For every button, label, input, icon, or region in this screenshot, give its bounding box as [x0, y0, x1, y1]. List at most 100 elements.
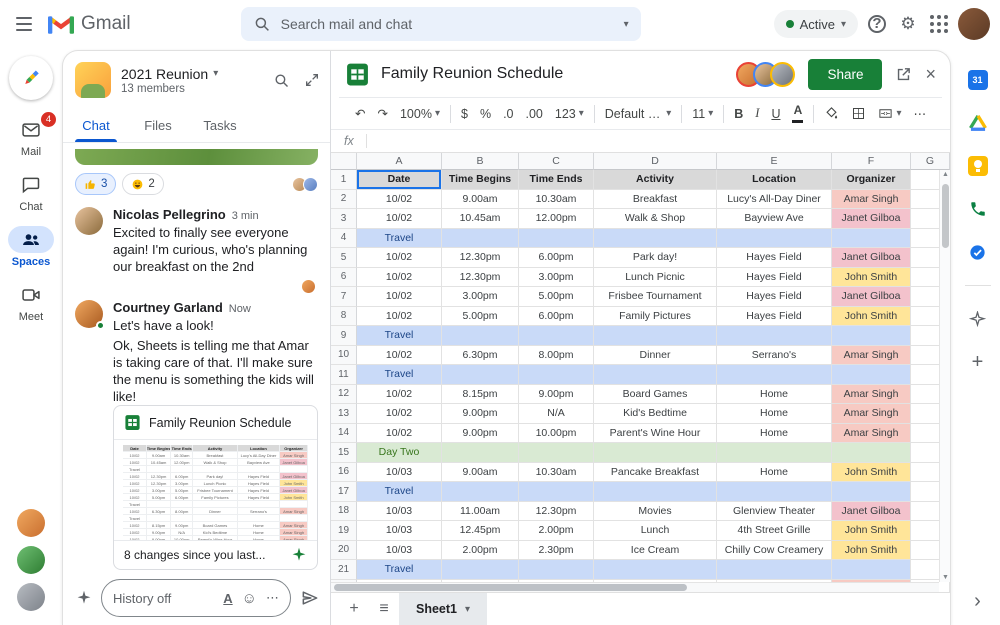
sheet-cell[interactable]	[519, 560, 594, 580]
message-input[interactable]: History off A ☺ ⋯	[101, 579, 291, 617]
sheet-cell[interactable]	[442, 443, 519, 463]
sheet-cell[interactable]	[717, 365, 832, 385]
sheet-cell[interactable]: 6.00pm	[519, 306, 594, 326]
sheet-cell[interactable]: N/A	[519, 404, 594, 424]
redo-icon[interactable]: ↷	[371, 104, 393, 123]
chat-search-icon[interactable]	[273, 72, 290, 89]
help-icon[interactable]: ?	[868, 15, 886, 33]
sheet-cell[interactable]: Travel	[357, 365, 442, 385]
sheet-cell[interactable]: Janet Gilboa	[832, 209, 911, 229]
compose-button[interactable]	[9, 56, 53, 100]
italic-button[interactable]: I	[749, 104, 765, 123]
sheet-cell[interactable]	[594, 560, 717, 580]
row-number[interactable]: 15	[331, 443, 357, 463]
addon-icon[interactable]	[968, 309, 988, 329]
sheet-cell[interactable]: 10.45am	[442, 209, 519, 229]
sheet-cell[interactable]: 12.30pm	[519, 501, 594, 521]
sheet-cell[interactable]: 10.30am	[519, 462, 594, 482]
sheet-cell[interactable]: 10/02	[357, 306, 442, 326]
open-in-new-icon[interactable]	[895, 66, 912, 83]
column-header-a[interactable]: A	[357, 153, 442, 170]
row-number[interactable]: 7	[331, 287, 357, 307]
sheet-cell[interactable]: Lucy's All-Day Diner	[717, 189, 832, 209]
tab-chat[interactable]: Chat	[65, 109, 127, 142]
collapse-panel-chevron-icon[interactable]: ›	[974, 590, 981, 625]
gmail-logo[interactable]: Gmail	[48, 13, 139, 35]
spreadsheet-grid[interactable]: ABCDEFG 1 Date Time Begins Time Ends Activit…	[331, 153, 950, 592]
more-options-icon[interactable]: ⋯	[266, 590, 279, 606]
sheet-cell[interactable]: Hayes Field	[717, 267, 832, 287]
currency-format-button[interactable]: $	[455, 105, 474, 123]
sheet-cell[interactable]	[594, 482, 717, 502]
font-size-select[interactable]: 11 ▾	[686, 105, 719, 123]
sheet-cell[interactable]: 10/02	[357, 267, 442, 287]
sheet-cell[interactable]: 10/03	[357, 521, 442, 541]
sheet-cell[interactable]	[717, 228, 832, 248]
sheet-cell[interactable]: 3.00pm	[442, 287, 519, 307]
sheet-cell[interactable]: 6.00pm	[519, 248, 594, 268]
voice-icon[interactable]	[968, 199, 988, 219]
column-header-g[interactable]: G	[911, 153, 950, 170]
sheet-cell[interactable]	[832, 482, 911, 502]
sheet-cell[interactable]: 5.00pm	[519, 287, 594, 307]
row-number[interactable]: 4	[331, 228, 357, 248]
sheet-cell[interactable]: John Smith	[832, 521, 911, 541]
calendar-icon[interactable]: 31	[967, 70, 988, 90]
sheet-tab-sheet1[interactable]: Sheet1 ▾	[399, 593, 488, 625]
shared-photo[interactable]	[75, 149, 318, 165]
sheet-cell[interactable]: 9.00pm	[442, 404, 519, 424]
sheet-cell[interactable]: Time Ends	[519, 170, 594, 190]
row-number[interactable]: 21	[331, 560, 357, 580]
percent-format-button[interactable]: %	[474, 105, 497, 123]
sheet-cell[interactable]: 9.00am	[442, 189, 519, 209]
reaction-laughing[interactable]: 2	[122, 173, 164, 195]
sheet-cell[interactable]: Janet Gilboa	[832, 501, 911, 521]
sheet-cell[interactable]: Walk & Shop	[594, 209, 717, 229]
sheet-cell[interactable]: 3.00pm	[519, 267, 594, 287]
sheet-cell[interactable]: 10/02	[357, 384, 442, 404]
sheet-cell[interactable]: John Smith	[832, 540, 911, 560]
contact-avatar[interactable]	[17, 546, 45, 574]
avatar[interactable]	[75, 207, 103, 235]
sheet-cell[interactable]	[717, 443, 832, 463]
tab-tasks[interactable]: Tasks	[189, 109, 251, 142]
sheet-cell[interactable]: 10.30am	[519, 189, 594, 209]
tab-files[interactable]: Files	[127, 109, 189, 142]
sheet-cell[interactable]: Serrano's	[717, 345, 832, 365]
sheet-cell[interactable]: Lunch Picnic	[594, 267, 717, 287]
sheet-cell[interactable]: 9.00pm	[519, 384, 594, 404]
sheet-cell[interactable]: 10/02	[357, 345, 442, 365]
sheet-cell[interactable]: Amar Singh	[832, 404, 911, 424]
drive-icon[interactable]	[968, 113, 988, 133]
sheet-cell[interactable]: Day Two	[357, 443, 442, 463]
sheet-cell[interactable]: Hayes Field	[717, 287, 832, 307]
contact-avatar[interactable]	[17, 509, 45, 537]
space-avatar[interactable]	[75, 62, 111, 98]
settings-gear-icon[interactable]: ⚙	[896, 14, 920, 34]
status-chip[interactable]: Active ▾	[773, 10, 858, 38]
sheet-cell[interactable]	[832, 560, 911, 580]
sheet-cell[interactable]: 2.00pm	[519, 521, 594, 541]
fill-color-button[interactable]	[818, 104, 845, 123]
sheet-cell[interactable]: 12.30pm	[442, 248, 519, 268]
column-header-f[interactable]: F	[832, 153, 911, 170]
collaborator-avatar[interactable]	[770, 61, 796, 87]
sheet-file-card[interactable]: Family Reunion Schedule Date Time Begins T…	[113, 405, 318, 571]
sheet-cell[interactable]: Glenview Theater	[717, 501, 832, 521]
toolbar-more-icon[interactable]: ⋯	[908, 104, 933, 123]
sheet-cell[interactable]: 8.15pm	[442, 384, 519, 404]
sheet-cell[interactable]	[442, 482, 519, 502]
profile-avatar[interactable]	[958, 8, 990, 40]
row-number[interactable]: 19	[331, 521, 357, 541]
decrease-decimal-button[interactable]: .0	[497, 105, 519, 123]
share-button[interactable]: Share	[808, 58, 883, 90]
underline-button[interactable]: U	[765, 105, 786, 123]
expand-chat-icon[interactable]	[304, 72, 320, 88]
document-title[interactable]: Family Reunion Schedule	[381, 65, 563, 83]
sheet-cell[interactable]: 12.00pm	[519, 209, 594, 229]
sidebar-item-mail[interactable]: 4 Mail	[8, 112, 56, 158]
sheet-cell[interactable]: 4th Street Grille	[717, 521, 832, 541]
select-all-corner[interactable]	[331, 153, 357, 170]
apps-grid-icon[interactable]	[930, 15, 948, 33]
row-number[interactable]: 1	[331, 170, 357, 190]
